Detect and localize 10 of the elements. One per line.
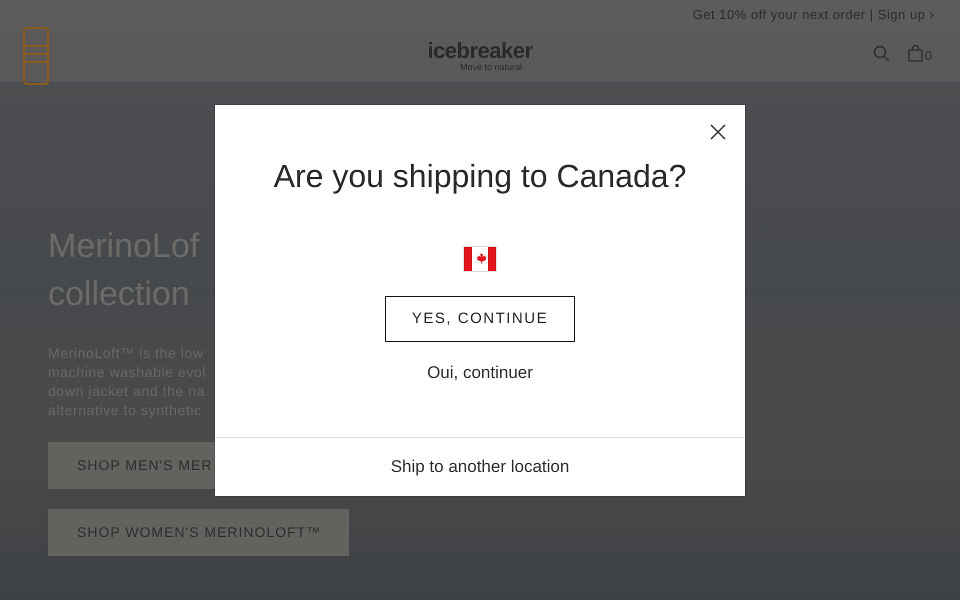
shopping-bag-icon[interactable] xyxy=(908,45,923,62)
chevron-icon: › xyxy=(929,4,934,25)
menu-icon[interactable] xyxy=(22,27,50,85)
canada-flag-icon xyxy=(463,246,497,272)
modal-title: Are you shipping to Canada? xyxy=(274,157,686,196)
french-continue-link[interactable]: Oui, continuer xyxy=(427,360,533,386)
continue-button[interactable]: YES, CONTINUE xyxy=(385,296,575,342)
other-location-link[interactable]: Ship to another location xyxy=(390,454,570,480)
search-icon[interactable] xyxy=(872,45,890,62)
close-icon[interactable] xyxy=(710,124,726,140)
